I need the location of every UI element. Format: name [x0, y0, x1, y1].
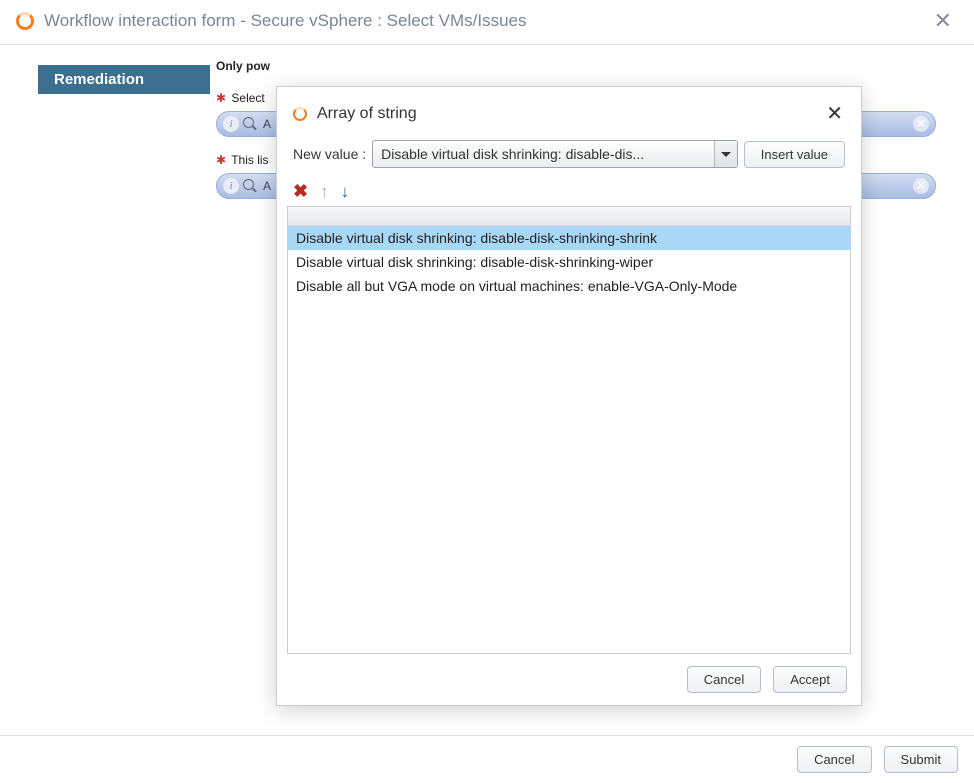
orchestrator-logo-icon: [293, 107, 307, 121]
combo-dropdown-button[interactable]: [714, 141, 737, 167]
search-icon[interactable]: [243, 179, 257, 193]
new-value-combo[interactable]: Disable virtual disk shrinking: disable-…: [372, 140, 738, 168]
values-listbox[interactable]: Disable virtual disk shrinking: disable-…: [287, 206, 851, 654]
sidebar-item-remediation[interactable]: Remediation: [38, 65, 210, 94]
clear-icon[interactable]: ✕: [913, 178, 929, 194]
delete-item-icon[interactable]: ✖: [293, 182, 308, 200]
dialog-cancel-button[interactable]: Cancel: [687, 666, 761, 693]
submit-button[interactable]: Submit: [884, 746, 958, 773]
dialog-title: Array of string: [317, 105, 417, 123]
array-of-string-dialog: Array of string ✕ New value : Disable vi…: [276, 86, 862, 706]
list-toolbar: ✖ ↑ ↓: [277, 176, 861, 206]
dialog-accept-button[interactable]: Accept: [773, 666, 847, 693]
list-item[interactable]: Disable all but VGA mode on virtual mach…: [288, 274, 850, 298]
required-icon: ✱: [216, 153, 226, 167]
required-icon: ✱: [216, 91, 226, 105]
footer: Cancel Submit: [0, 735, 974, 783]
move-down-icon[interactable]: ↓: [341, 183, 350, 200]
window-close-icon[interactable]: ✕: [928, 8, 958, 34]
workflow-window: Workflow interaction form - Secure vSphe…: [0, 0, 974, 783]
orchestrator-logo-icon: [16, 12, 34, 30]
array-text: A: [263, 117, 271, 131]
sidebar-item-label: Remediation: [54, 71, 144, 88]
insert-value-button[interactable]: Insert value: [744, 141, 845, 168]
search-icon[interactable]: [243, 117, 257, 131]
window-title: Workflow interaction form - Secure vSphe…: [44, 11, 526, 31]
dialog-header: Array of string ✕: [277, 87, 861, 136]
clear-icon[interactable]: ✕: [913, 116, 929, 132]
new-value-label: New value :: [293, 146, 366, 162]
titlebar: Workflow interaction form - Secure vSphe…: [0, 0, 974, 45]
list-item[interactable]: Disable virtual disk shrinking: disable-…: [288, 250, 850, 274]
info-icon: i: [223, 116, 239, 132]
dialog-footer: Cancel Accept: [277, 654, 861, 705]
cancel-button[interactable]: Cancel: [797, 746, 871, 773]
array-text: A: [263, 179, 271, 193]
dialog-close-icon[interactable]: ✕: [824, 101, 845, 126]
chevron-down-icon: [721, 152, 731, 157]
list-header: [288, 207, 850, 226]
list-item[interactable]: Disable virtual disk shrinking: disable-…: [288, 226, 850, 250]
move-up-icon[interactable]: ↑: [320, 183, 329, 200]
info-icon: i: [223, 178, 239, 194]
info-note: Only pow: [216, 59, 964, 73]
combo-selected-text: Disable virtual disk shrinking: disable-…: [373, 146, 714, 162]
new-value-row: New value : Disable virtual disk shrinki…: [277, 136, 861, 176]
sidebar: Remediation: [0, 45, 210, 725]
